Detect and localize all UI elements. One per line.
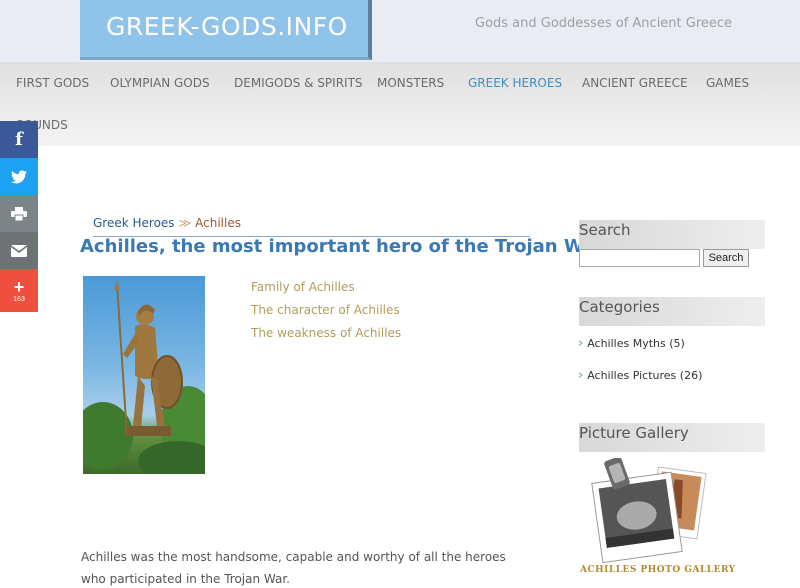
search-widget-title: Search xyxy=(579,220,765,249)
facebook-share-button[interactable]: f xyxy=(0,121,38,158)
breadcrumb-greek-heroes[interactable]: Greek Heroes xyxy=(93,216,175,230)
nav-item-olympian-gods[interactable]: OLYMPIAN GODS xyxy=(110,76,210,90)
site-logo[interactable]: GREEK-GODS.INFO xyxy=(80,0,372,60)
twitter-share-button[interactable] xyxy=(0,158,38,195)
category-item[interactable]: › Achilles Pictures (26) xyxy=(578,368,702,383)
chevron-right-icon: › xyxy=(578,368,584,383)
more-share-button[interactable]: + 163 xyxy=(0,269,38,312)
gallery-caption[interactable]: ACHILLES PHOTO GALLERY xyxy=(580,565,736,575)
chevron-right-icon: › xyxy=(578,336,584,351)
facebook-icon: f xyxy=(15,129,23,150)
achilles-statue-image xyxy=(83,276,205,474)
social-share-bar: f + 163 xyxy=(0,121,38,312)
toc-link-weakness[interactable]: The weakness of Achilles xyxy=(251,326,401,340)
print-icon xyxy=(11,206,27,221)
category-label[interactable]: Achilles Pictures (26) xyxy=(587,369,702,382)
breadcrumb-separator: ≫ xyxy=(178,216,192,230)
category-label[interactable]: Achilles Myths (5) xyxy=(587,337,685,350)
table-of-contents: Family of Achilles The character of Achi… xyxy=(251,280,401,349)
email-share-button[interactable] xyxy=(0,232,38,269)
search-button[interactable]: Search xyxy=(703,249,749,267)
page-title: Achilles, the most important hero of the… xyxy=(80,236,605,257)
plus-icon: + xyxy=(13,276,25,297)
nav-item-greek-heroes[interactable]: GREEK HEROES xyxy=(468,76,562,90)
share-count: 163 xyxy=(13,295,25,303)
gallery-widget-title: Picture Gallery xyxy=(579,423,765,452)
nav-item-ancient-greece[interactable]: ANCIENT GREECE xyxy=(582,76,688,90)
toc-link-character[interactable]: The character of Achilles xyxy=(251,303,401,317)
nav-item-first-gods[interactable]: FIRST GODS xyxy=(16,76,89,90)
twitter-icon xyxy=(11,169,27,183)
site-tagline: Gods and Goddesses of Ancient Greece xyxy=(475,16,733,31)
categories-widget-title: Categories xyxy=(579,297,765,326)
toc-link-family[interactable]: Family of Achilles xyxy=(251,280,401,294)
photo-gallery-thumbnail[interactable] xyxy=(583,456,713,578)
breadcrumb: Greek Heroes ≫ Achilles xyxy=(93,216,241,230)
print-button[interactable] xyxy=(0,195,38,232)
nav-item-games[interactable]: GAMES xyxy=(706,76,749,90)
achilles-statue-illustration xyxy=(83,280,205,474)
search-input[interactable] xyxy=(579,249,700,267)
site-header: GREEK-GODS.INFO Gods and Goddesses of An… xyxy=(0,0,800,62)
gallery-photos-illustration xyxy=(591,456,707,564)
intro-paragraph: Achilles was the most handsome, capable … xyxy=(81,550,506,586)
nav-item-monsters[interactable]: MONSTERS xyxy=(377,76,444,90)
site-logo-text[interactable]: GREEK-GODS.INFO xyxy=(106,12,348,41)
email-icon xyxy=(11,244,27,257)
main-nav: FIRST GODS OLYMPIAN GODS DEMIGODS & SPIR… xyxy=(0,62,800,146)
category-item[interactable]: › Achilles Myths (5) xyxy=(578,336,685,351)
nav-item-demigods-spirits[interactable]: DEMIGODS & SPIRITS xyxy=(234,76,363,90)
breadcrumb-current: Achilles xyxy=(195,216,241,230)
